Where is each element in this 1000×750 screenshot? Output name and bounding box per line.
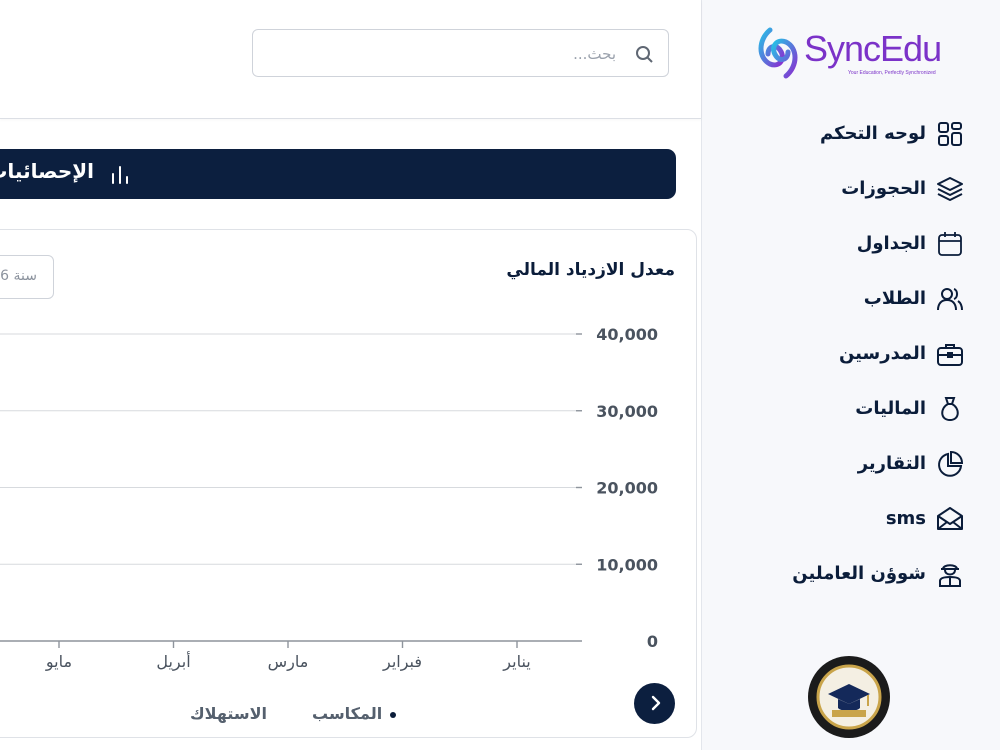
sidebar-item-reports[interactable]: التقارير [702, 436, 964, 491]
sidebar-item-finance[interactable]: الماليات [702, 381, 964, 436]
sidebar-item-label: الحجوزات [841, 178, 926, 199]
sidebar-item-label: التقارير [857, 453, 926, 474]
brand-logo[interactable]: SyncEdu Your Education, Perfectly Synchr… [756, 24, 951, 86]
worker-icon [939, 563, 961, 587]
y-tick-label: 20,000 [596, 479, 658, 498]
legend-item-consumption[interactable]: الاستهلاك [190, 704, 267, 723]
sidebar-item-label: شوؤن العاملين [792, 563, 926, 584]
chevron-right-icon [651, 695, 661, 711]
sidebar-nav: لوحه التحكم الحجوزات الجداول الطلاب المد… [702, 106, 964, 601]
legend-label-consumption: الاستهلاك [190, 704, 268, 723]
calendar-icon [938, 231, 962, 256]
graduation-cap-seal-icon [808, 656, 890, 738]
sidebar-item-label: الجداول [856, 233, 926, 254]
y-tick-label: 40,000 [596, 325, 658, 344]
sidebar-item-staff-affairs[interactable]: شوؤن العاملين [702, 546, 964, 601]
money-bag-icon [941, 396, 959, 421]
sidebar-item-dashboard[interactable]: لوحه التحكم [702, 106, 964, 161]
sidebar-item-schedules[interactable]: الجداول [702, 216, 964, 271]
briefcase-icon [937, 343, 963, 366]
sidebar-item-bookings[interactable]: الحجوزات [702, 161, 964, 216]
sidebar-item-sms[interactable]: sms [702, 491, 964, 546]
chart-legend: المكاسب الاستهلاك [180, 704, 420, 728]
legend-label-profits: المكاسب [312, 704, 383, 723]
financial-growth-line-chart: 40,000 30,000 20,000 10,000 0 يناير فبراير مارس… [0, 325, 658, 672]
y-tick-label: 0 [647, 632, 658, 651]
dashboard-grid-icon [938, 121, 962, 146]
sidebar-item-label: sms [885, 508, 926, 529]
sidebar-item-label: المدرسين [838, 343, 926, 364]
foundation-seal-logo [806, 654, 892, 740]
y-tick-label: 30,000 [596, 402, 658, 421]
sidebar-item-teachers[interactable]: المدرسين [702, 326, 964, 381]
sidebar-item-label: الطلاب [863, 288, 926, 309]
x-tick-label: أبريل [156, 651, 190, 672]
x-tick-label: مايو [45, 652, 72, 672]
sidebar-item-label: الماليات [855, 398, 926, 419]
x-tick-label: فبراير [382, 652, 422, 672]
legend-item-profits[interactable]: المكاسب [312, 704, 397, 723]
brand-name: SyncEdu [804, 28, 942, 69]
y-tick-label: 10,000 [596, 555, 658, 574]
pie-chart-icon [938, 450, 964, 477]
chart-next-button[interactable] [634, 683, 675, 724]
legend-dot [390, 711, 397, 718]
users-icon [937, 287, 963, 310]
sidebar: SyncEdu Your Education, Perfectly Synchr… [701, 0, 1000, 750]
envelope-open-icon [937, 506, 963, 530]
brand-tagline: Your Education, Perfectly Synchronized [848, 70, 936, 76]
x-tick-label: يناير [502, 652, 530, 672]
layers-icon [937, 176, 963, 201]
syncedu-logo-icon [758, 27, 798, 79]
sidebar-item-label: لوحه التحكم [819, 123, 926, 144]
sidebar-item-students[interactable]: الطلاب [702, 271, 964, 326]
x-tick-label: مارس [268, 652, 309, 672]
